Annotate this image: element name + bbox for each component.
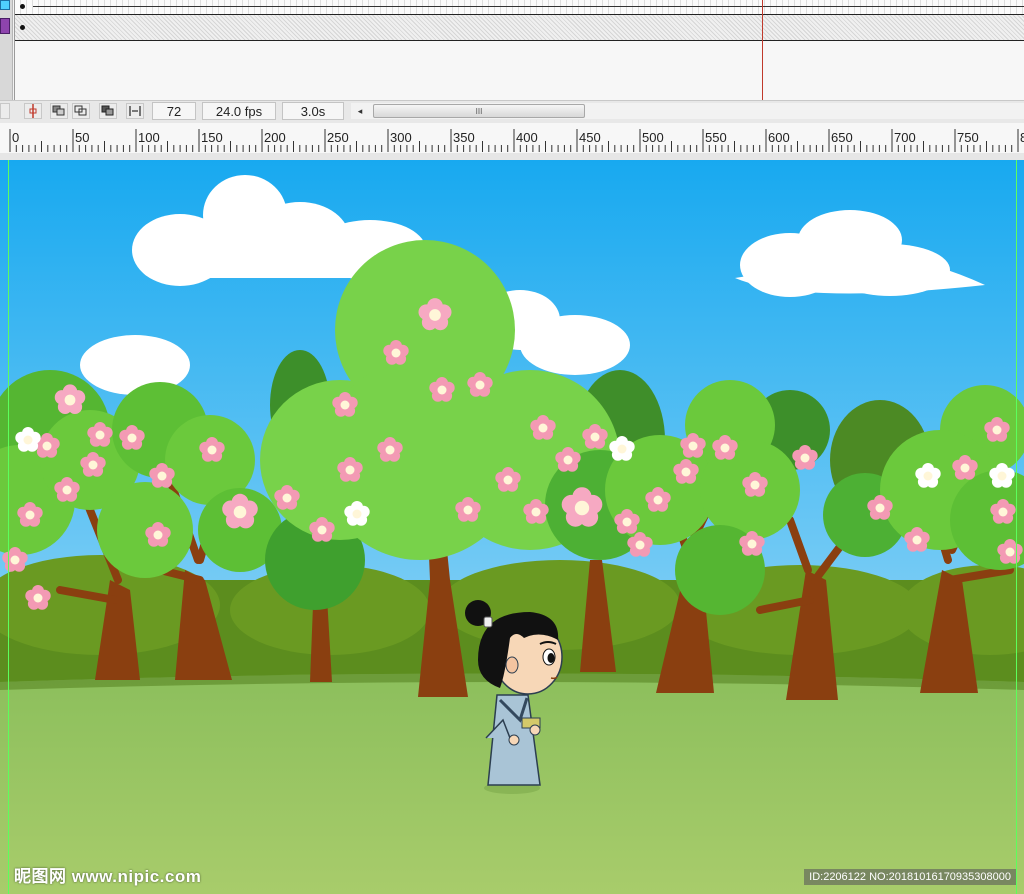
frame-rate-field[interactable]: 24.0 fps (202, 102, 276, 120)
edit-multiple-frames-icon[interactable] (99, 103, 117, 119)
ruler-label: 150 (201, 130, 223, 145)
ruler-label: 450 (579, 130, 601, 145)
ruler-label: 250 (327, 130, 349, 145)
ruler-label: 500 (642, 130, 664, 145)
ruler-label: 300 (390, 130, 412, 145)
playhead[interactable] (762, 0, 763, 100)
layer-1-color-indicator[interactable] (0, 0, 10, 10)
timeline-horizontal-scrollbar[interactable]: ◂ III (351, 103, 1024, 119)
stage-ruler-horizontal: 0 50 100 150 200 250 300 350 400 450 500 550 600 650 7… (0, 123, 1024, 154)
layer-1-frame-row[interactable] (15, 0, 1024, 15)
motion-tween-line (33, 6, 1024, 7)
ruler-label: 750 (957, 130, 979, 145)
center-frame-icon[interactable] (24, 103, 42, 119)
frames-area[interactable] (14, 0, 1024, 100)
scroll-thumb[interactable]: III (373, 104, 585, 118)
ruler-label: 50 (75, 130, 89, 145)
ruler-label: 100 (138, 130, 160, 145)
current-frame-field[interactable]: 72 (152, 102, 196, 120)
toolbar-divider (0, 103, 10, 119)
keyframe-marker[interactable] (20, 4, 25, 9)
ruler-label: 700 (894, 130, 916, 145)
onion-skin-icon[interactable] (50, 103, 68, 119)
stage-canvas[interactable]: 昵图网 www.nipic.com ID:2206122 NO:20181016… (0, 160, 1024, 894)
layer-list (0, 0, 13, 100)
modify-markers-icon[interactable] (126, 103, 144, 119)
ruler-label: 350 (453, 130, 475, 145)
watermark-brand: 昵图网 www.nipic.com (14, 867, 202, 886)
keyframe-marker[interactable] (20, 25, 25, 30)
scene-artwork (0, 160, 1024, 894)
ruler-label: 8 (1020, 130, 1024, 145)
scroll-left-arrow-icon[interactable]: ◂ (354, 103, 366, 119)
timeline-toolbar: 72 24.0 fps 3.0s ◂ III (0, 100, 1024, 124)
ruler-ticks: 0 50 100 150 200 250 300 350 400 450 500 550 600 650 7… (9, 129, 1024, 152)
stage-guide-right[interactable] (1016, 160, 1017, 894)
layer-2-color-indicator[interactable] (0, 18, 10, 34)
ruler-label: 550 (705, 130, 727, 145)
stage-pasteboard (0, 153, 1024, 160)
empty-frames-area[interactable] (15, 41, 1024, 100)
timeline-panel (0, 0, 1024, 100)
ruler-label: 600 (768, 130, 790, 145)
layer-2-frame-row[interactable] (15, 15, 1024, 41)
stage-guide-left[interactable] (8, 160, 9, 894)
watermark-id: ID:2206122 NO:20181016170935308000 (804, 869, 1016, 885)
ruler-label: 650 (831, 130, 853, 145)
ruler-label: 0 (12, 130, 19, 145)
elapsed-time-field[interactable]: 3.0s (282, 102, 344, 120)
onion-skin-outline-icon[interactable] (72, 103, 90, 119)
ruler-label: 200 (264, 130, 286, 145)
ruler-label: 400 (516, 130, 538, 145)
